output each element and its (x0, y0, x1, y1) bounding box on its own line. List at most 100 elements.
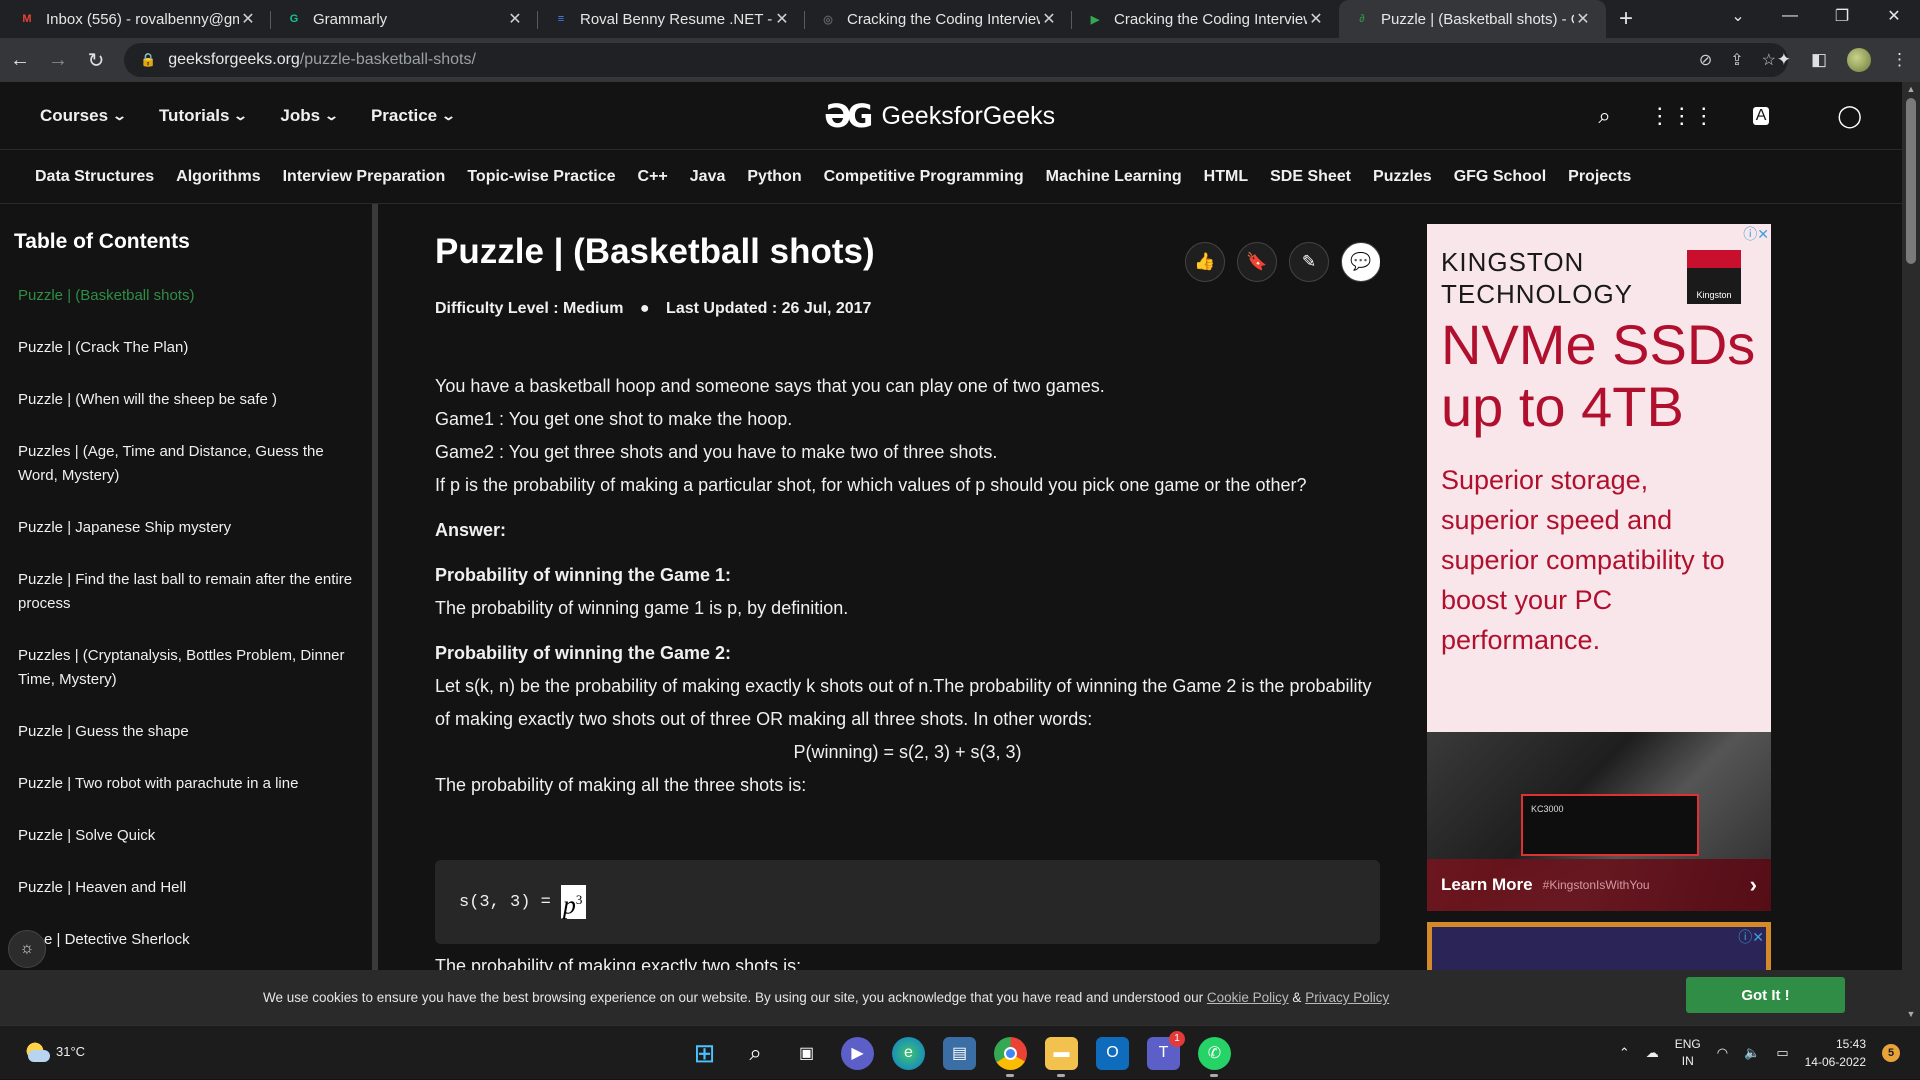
toc-item[interactable]: e | Detective Sherlock (18, 928, 358, 952)
side-panel-icon[interactable]: ◧ (1811, 50, 1827, 70)
new-tab-button[interactable]: + (1606, 0, 1646, 38)
language-indicator[interactable]: ENG IN (1675, 1036, 1701, 1070)
toc-item[interactable]: Puzzle | (Basketball shots) (18, 284, 358, 308)
close-window-button[interactable]: ✕ (1868, 0, 1920, 32)
close-tab-icon[interactable]: ✕ (1040, 9, 1058, 29)
file-explorer-icon[interactable]: ▬ (1045, 1036, 1078, 1077)
tab-search-icon[interactable]: ⌄ (1712, 0, 1764, 32)
subnav-link[interactable]: Data Structures (35, 168, 154, 186)
apps-grid-icon[interactable]: ⋮⋮⋮ (1649, 103, 1715, 129)
subnav-link[interactable]: Competitive Programming (824, 168, 1024, 186)
subnav-link[interactable]: Machine Learning (1046, 168, 1182, 186)
subnav-link[interactable]: Topic-wise Practice (467, 168, 615, 186)
like-icon[interactable]: 👍 (1185, 242, 1225, 282)
minimize-button[interactable]: — (1764, 0, 1816, 32)
privacy-policy-link[interactable]: Privacy Policy (1305, 990, 1389, 1005)
toc-item[interactable]: Puzzles | (Cryptanalysis, Bottles Proble… (18, 644, 358, 692)
clock[interactable]: 15:43 14-06-2022 (1805, 1035, 1866, 1071)
close-tab-icon[interactable]: ✕ (506, 9, 524, 29)
chrome-icon[interactable] (994, 1036, 1027, 1077)
extensions-icon[interactable]: ✦ (1777, 50, 1791, 70)
subnav-link[interactable]: SDE Sheet (1270, 168, 1351, 186)
menu-practice[interactable]: Practice ⌄ (371, 106, 456, 126)
subnav-link[interactable]: Puzzles (1373, 168, 1432, 186)
browser-tab[interactable]: G Grammarly ✕ (271, 0, 538, 38)
edit-icon[interactable]: ✎ (1289, 242, 1329, 282)
adchoices-icon[interactable]: ⓘ✕ (1743, 224, 1769, 244)
discuss-icon[interactable]: 💬 (1341, 242, 1380, 282)
scroll-down-arrow[interactable]: ▼ (1902, 1009, 1920, 1023)
subnav-link[interactable]: Java (690, 168, 726, 186)
subnav-link[interactable]: GFG School (1454, 168, 1546, 186)
tracking-icon[interactable]: ⊘ (1699, 50, 1712, 70)
theme-toggle-button[interactable]: ☼ (8, 930, 46, 968)
share-icon[interactable]: ⇪ (1730, 50, 1743, 70)
subnav-link[interactable]: C++ (638, 168, 668, 186)
toc-item[interactable]: Puzzle | (When will the sheep be safe ) (18, 388, 358, 412)
chat-icon[interactable]: ▶ (841, 1036, 874, 1070)
got-it-button[interactable]: Got It ! (1686, 977, 1845, 1013)
windows-start-icon[interactable]: ⊞ (688, 1037, 721, 1070)
subnav-link[interactable]: Algorithms (176, 168, 260, 186)
notification-badge[interactable]: 5 (1882, 1044, 1900, 1062)
page-scrollbar[interactable]: ▲ ▼ (1902, 82, 1920, 1025)
toc-item[interactable]: Puzzle | Japanese Ship mystery (18, 516, 358, 540)
learn-more-button[interactable]: Learn More #KingstonIsWithYou › (1427, 859, 1771, 911)
battery-icon[interactable]: ▭ (1776, 1045, 1788, 1061)
subnav-link[interactable]: Python (747, 168, 801, 186)
menu-courses[interactable]: Courses ⌄ (40, 106, 127, 126)
toc-item[interactable]: Puzzle | Guess the shape (18, 720, 358, 744)
wifi-icon[interactable]: ◠ (1717, 1045, 1728, 1061)
outlook-icon[interactable]: O (1096, 1036, 1129, 1070)
scroll-up-arrow[interactable]: ▲ (1902, 84, 1920, 98)
search-taskbar-icon[interactable]: ⌕ (739, 1037, 772, 1070)
chevron-up-icon[interactable]: ⌃ (1619, 1045, 1630, 1061)
back-button[interactable]: ← (2, 42, 38, 78)
kingston-ad[interactable]: ⓘ✕ KINGSTON TECHNOLOGY Kingston NVMe SSD… (1427, 224, 1771, 911)
close-tab-icon[interactable]: ✕ (239, 9, 257, 29)
bookmark-star-icon[interactable]: ☆ (1762, 50, 1776, 70)
photos-icon[interactable]: ▤ (943, 1036, 976, 1070)
browser-tab[interactable]: ≡ Roval Benny Resume .NET - Goo✕ (538, 0, 805, 38)
browser-tab[interactable]: ∂ Puzzle | (Basketball shots) - Gee✕ (1339, 0, 1606, 38)
toc-item[interactable]: Puzzle | Heaven and Hell (18, 876, 358, 900)
scroll-thumb[interactable] (1906, 98, 1916, 264)
menu-jobs[interactable]: Jobs ⌄ (280, 106, 339, 126)
subnav-link[interactable]: Interview Preparation (283, 168, 446, 186)
reload-button[interactable]: ↻ (78, 42, 114, 78)
lock-icon[interactable]: 🔒 (140, 52, 156, 68)
adchoices-icon[interactable]: ⓘ✕ (1738, 927, 1764, 947)
secondary-ad[interactable]: ⓘ✕ (1427, 922, 1771, 970)
restore-button[interactable]: ❐ (1816, 0, 1868, 32)
close-tab-icon[interactable]: ✕ (1307, 9, 1325, 29)
user-icon[interactable]: ◯ (1837, 103, 1862, 129)
close-tab-icon[interactable]: ✕ (773, 9, 791, 29)
toc-item[interactable]: Puzzle | Two robot with parachute in a l… (18, 772, 358, 796)
subnav-link[interactable]: Projects (1568, 168, 1631, 186)
weather-widget[interactable]: 31°C (22, 1038, 85, 1064)
teams-icon[interactable]: T1 (1147, 1030, 1185, 1070)
translate-icon[interactable]: A (1752, 107, 1770, 125)
edge-icon[interactable]: e (892, 1036, 925, 1070)
search-icon[interactable]: ⌕ (1598, 103, 1610, 129)
profile-avatar[interactable] (1847, 48, 1871, 72)
onedrive-icon[interactable]: ☁ (1646, 1045, 1659, 1061)
toc-item[interactable]: Puzzle | Find the last ball to remain af… (18, 568, 358, 616)
gfg-logo[interactable]: ƏG GeeksforGeeks (824, 94, 1055, 138)
forward-button[interactable]: → (40, 42, 76, 78)
browser-tab[interactable]: ▶ Cracking the Coding Interview - ✕ (1072, 0, 1339, 38)
browser-tab[interactable]: M Inbox (556) - rovalbenny@gmai ✕ (4, 0, 271, 38)
task-view-icon[interactable]: ▣ (790, 1037, 823, 1070)
subnav-link[interactable]: HTML (1204, 168, 1248, 186)
close-tab-icon[interactable]: ✕ (1574, 9, 1592, 29)
cookie-policy-link[interactable]: Cookie Policy (1207, 990, 1289, 1005)
bookmark-icon[interactable]: 🔖 (1237, 242, 1277, 282)
menu-tutorials[interactable]: Tutorials ⌄ (159, 106, 249, 126)
whatsapp-icon[interactable]: ✆ (1198, 1036, 1231, 1077)
browser-tab[interactable]: ◎ Cracking the Coding Interview.p ✕ (805, 0, 1072, 38)
toc-item[interactable]: Puzzles | (Age, Time and Distance, Guess… (18, 440, 358, 488)
toc-item[interactable]: Puzzle | (Crack The Plan) (18, 336, 358, 360)
toc-item[interactable]: Puzzle | Solve Quick (18, 824, 358, 848)
volume-icon[interactable]: 🔈 (1744, 1045, 1760, 1061)
menu-kebab-icon[interactable]: ⋮ (1891, 50, 1908, 70)
